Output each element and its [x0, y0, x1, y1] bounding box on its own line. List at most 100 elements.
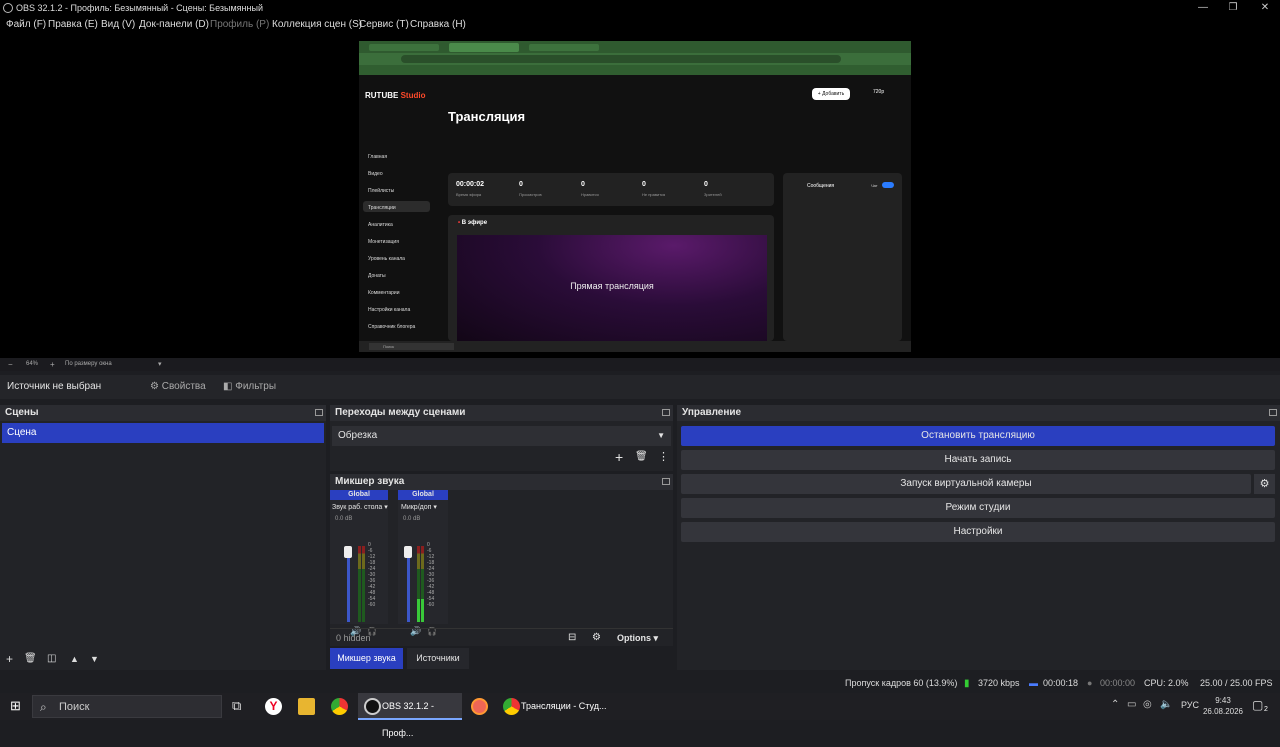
popout-icon[interactable]: [1269, 409, 1277, 416]
menu-scene-collection[interactable]: Коллекция сцен (S): [272, 16, 362, 33]
clock[interactable]: 9:43 26.08.2026: [1202, 695, 1244, 717]
tray-chevron-icon[interactable]: ⌃: [1111, 699, 1119, 710]
move-up-icon[interactable]: ▲: [70, 650, 79, 668]
chrome-icon: [503, 698, 520, 715]
add-button: + Добавить: [812, 88, 850, 100]
popout-icon[interactable]: [662, 478, 670, 485]
studio-mode-button[interactable]: Режим студии: [681, 498, 1275, 518]
live-card: • В эфире Прямая трансляция: [448, 215, 774, 341]
volume-icon[interactable]: 🔈: [1160, 699, 1172, 710]
chat-card: Сообщения Чат Оставить сообщение: [783, 173, 902, 351]
preview-zoom-bar: − 64% + По размеру окна ▾: [0, 358, 1280, 371]
windows-start-icon[interactable]: ⊞: [10, 698, 21, 714]
tab-audio-mixer[interactable]: Микшер звука: [330, 648, 403, 669]
search-icon: ⌕: [40, 700, 47, 714]
minimize-button[interactable]: —: [1188, 0, 1218, 16]
obs-app-icon: [364, 698, 381, 715]
language-indicator[interactable]: РУС: [1181, 700, 1199, 710]
taskbar-search-input[interactable]: ⌕ Поиск: [32, 695, 222, 718]
move-down-icon[interactable]: ▼: [90, 650, 99, 668]
zoom-in-button[interactable]: +: [50, 358, 55, 371]
scenes-dock: Сцены Сцена + 🗑 ◫ ▲ ▼: [0, 405, 326, 670]
network-icon[interactable]: ◎: [1143, 699, 1152, 710]
task-view-icon[interactable]: ⧉: [232, 698, 241, 714]
nav-playlists: Плейлисты: [368, 188, 395, 194]
mixer-channel-desktop: Global Звук раб. стола ▾ 0.0 dB 0 -6 -12 -1…: [330, 490, 388, 636]
menu-file[interactable]: Файл (F): [6, 16, 46, 33]
filters-button[interactable]: ◧ Фильтры: [223, 375, 276, 399]
popout-icon[interactable]: [315, 409, 323, 416]
remove-scene-icon[interactable]: 🗑: [24, 650, 37, 668]
page-heading: Трансляция: [448, 109, 526, 124]
transition-select[interactable]: Обрезка ▼: [332, 426, 671, 446]
settings-button[interactable]: Настройки: [681, 522, 1275, 542]
browser-bookmarks-bar: [359, 65, 911, 75]
cpu-usage: CPU: 2.0%: [1144, 678, 1189, 688]
yandex-browser-icon[interactable]: Y: [265, 698, 282, 715]
app-icon[interactable]: [471, 698, 488, 715]
popout-icon[interactable]: [662, 409, 670, 416]
channel-name[interactable]: Звук раб. стола ▾: [332, 503, 396, 511]
browser-tab-strip: [359, 41, 911, 53]
captured-browser-window: RUTUBE Studio Трансляция + Добавить 720p…: [359, 41, 911, 352]
volume-slider-handle[interactable]: [344, 546, 352, 558]
menu-view[interactable]: Вид (V): [101, 16, 135, 33]
file-explorer-icon[interactable]: [298, 698, 315, 715]
tray-app-icon[interactable]: ▭: [1127, 699, 1136, 710]
taskbar-app-obs[interactable]: OBS 32.1.2 - Проф...: [358, 693, 462, 738]
add-scene-icon[interactable]: +: [6, 650, 13, 668]
scene-item[interactable]: Сцена: [2, 423, 324, 443]
virtual-camera-settings-icon[interactable]: ⚙: [1254, 474, 1275, 494]
transitions-header: Переходы между сценами: [330, 405, 673, 421]
mixer-channel-mic: Global Микр/доп ▾ 0.0 dB 0 -6 -12 -18 -24 -30…: [398, 490, 449, 636]
level-meter: [362, 546, 365, 622]
notifications-icon[interactable]: ▢: [1252, 698, 1263, 712]
properties-button[interactable]: ⚙ Свойства: [150, 375, 206, 399]
stop-stream-button[interactable]: Остановить трансляцию: [681, 426, 1275, 446]
taskbar-app-browser[interactable]: Трансляции - Студ...: [497, 693, 607, 720]
controls-header: Управление: [677, 405, 1280, 421]
mixer-layout-icon[interactable]: ⊟: [568, 629, 576, 647]
fit-mode-select[interactable]: По размеру окна: [65, 358, 112, 371]
mixer-header: Микшер звука: [330, 474, 673, 490]
nav-comments: Комментарии: [368, 290, 400, 296]
scenes-toolbar: + 🗑 ◫ ▲ ▼: [0, 650, 326, 668]
chrome-icon[interactable]: [331, 698, 348, 715]
nav-streams: Трансляции: [368, 205, 396, 211]
nav-monetization: Монетизация: [368, 239, 399, 245]
window-title: OBS 32.1.2 - Профиль: Безымянный - Сцены…: [16, 3, 263, 13]
bitrate: 3720 kbps: [978, 678, 1020, 688]
meter-scale: 0 -6 -12 -18 -24 -30 -36 -42 -48 -54 -60: [368, 542, 376, 608]
transition-menu-icon[interactable]: ⋮: [658, 450, 669, 463]
remove-transition-icon[interactable]: 🗑: [635, 451, 648, 462]
stats-card: 00:00:02 Время эфира 0 Просмотров 0 Нрав…: [448, 173, 774, 206]
mixer-settings-icon[interactable]: ⚙: [592, 629, 601, 647]
hidden-count: 0 hidden: [336, 633, 371, 643]
scene-filters-icon[interactable]: ◫: [47, 650, 56, 668]
mixer-options-button[interactable]: Options ▾: [617, 629, 658, 647]
no-source-label: Источник не выбран: [7, 381, 102, 392]
menu-profile[interactable]: Профиль (P): [210, 16, 269, 33]
menu-edit[interactable]: Правка (E): [48, 16, 98, 33]
nav-blogger-guide: Справочник блогера: [368, 324, 416, 330]
close-button[interactable]: ✕: [1250, 0, 1280, 16]
menu-docks[interactable]: Док-панели (D): [139, 16, 209, 33]
start-virtual-camera-button[interactable]: Запуск виртуальной камеры: [681, 474, 1251, 494]
tab-sources[interactable]: Источники: [407, 648, 469, 669]
start-recording-button[interactable]: Начать запись: [681, 450, 1275, 470]
source-toolbar: Источник не выбран ⚙ Свойства ◧ Фильтры: [0, 375, 1280, 399]
menu-tools[interactable]: Сервис (T): [359, 16, 409, 33]
obs-logo-icon: [3, 3, 13, 13]
fps: 25.00 / 25.00 FPS: [1200, 678, 1273, 688]
menu-help[interactable]: Справка (H): [410, 16, 466, 33]
maximize-button[interactable]: ❐: [1218, 0, 1248, 16]
volume-slider-handle[interactable]: [404, 546, 412, 558]
stream-video-preview: Прямая трансляция: [457, 235, 767, 341]
dropped-frames: Пропуск кадров 60 (13.9%): [845, 678, 958, 688]
add-transition-icon[interactable]: +: [615, 449, 623, 465]
stream-icon: ▬: [1029, 678, 1038, 688]
fit-mode-chevron-icon[interactable]: ▾: [158, 358, 162, 371]
channel-name[interactable]: Микр/доп ▾: [401, 503, 449, 511]
zoom-out-button[interactable]: −: [8, 358, 13, 371]
windows-taskbar: ⊞ ⌕ Поиск ⧉ Y OBS 32.1.2 - Проф... Транс…: [0, 693, 1280, 738]
